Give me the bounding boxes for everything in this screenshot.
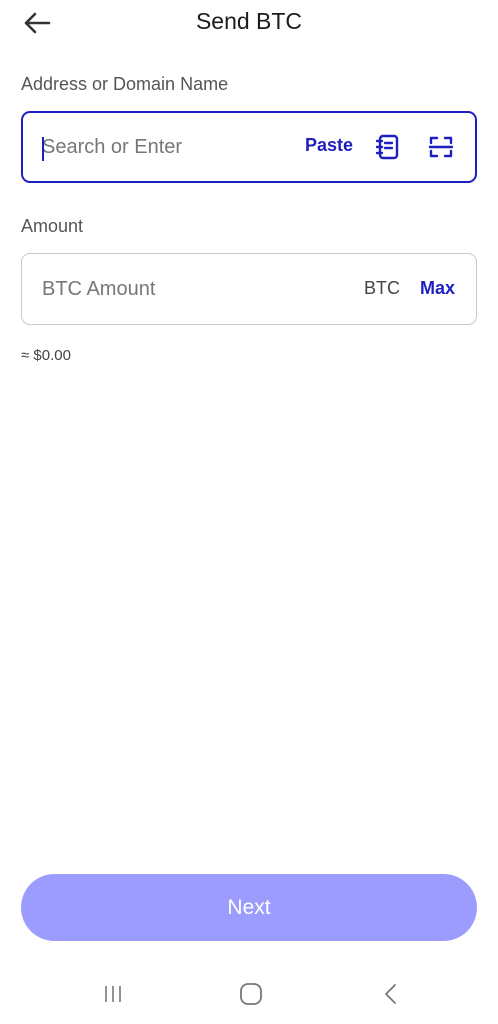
system-nav-bar — [0, 972, 498, 1016]
amount-field[interactable]: BTC Max — [21, 253, 477, 325]
address-book-button[interactable] — [374, 133, 402, 161]
address-book-icon — [375, 134, 399, 160]
text-cursor — [42, 137, 44, 161]
paste-button[interactable]: Paste — [305, 135, 353, 156]
nav-back-button[interactable] — [376, 980, 406, 1008]
amount-unit: BTC — [364, 278, 400, 298]
scan-qr-button[interactable] — [427, 133, 455, 161]
next-button[interactable]: Next — [21, 874, 477, 941]
fiat-equivalent: ≈ $0.00 — [21, 347, 71, 364]
address-input[interactable] — [42, 113, 292, 181]
home-icon — [240, 983, 262, 1005]
page-title: Send BTC — [195, 8, 303, 34]
nav-back-icon — [385, 984, 396, 1004]
address-label: Address or Domain Name — [21, 74, 229, 94]
scan-qr-icon — [428, 136, 454, 158]
header: Send BTC — [0, 0, 498, 44]
amount-input[interactable] — [42, 254, 342, 324]
recent-apps-icon — [105, 986, 121, 1002]
max-button[interactable]: Max — [420, 278, 455, 299]
home-button[interactable] — [236, 980, 266, 1008]
amount-label: Amount — [21, 216, 84, 236]
address-field[interactable]: Paste — [21, 111, 477, 183]
recent-apps-button[interactable] — [98, 980, 128, 1008]
